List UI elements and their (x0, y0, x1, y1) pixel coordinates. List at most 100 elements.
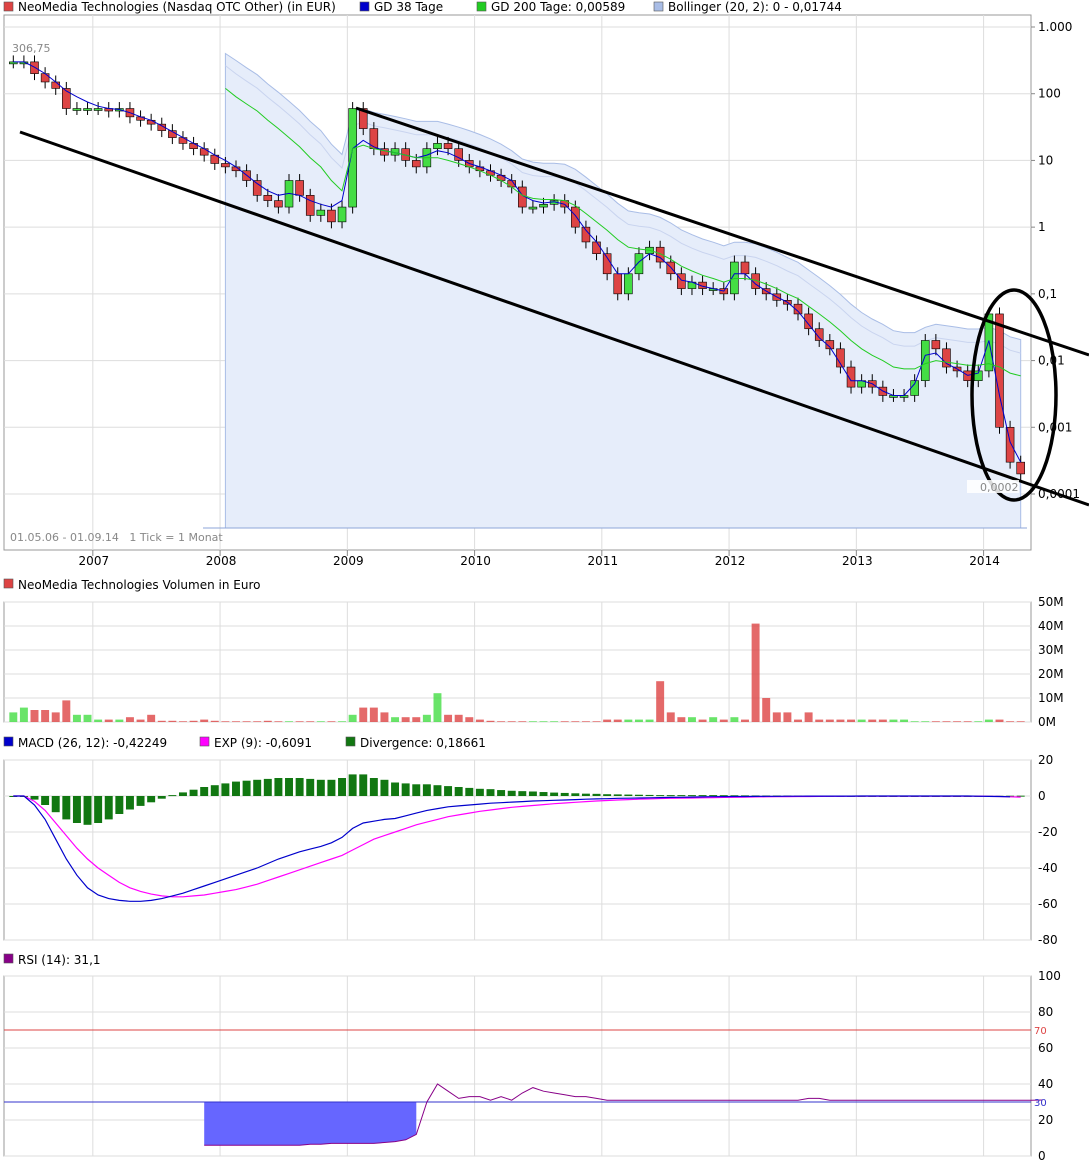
divergence-bar (62, 796, 71, 820)
divergence-bar (613, 794, 622, 796)
volume-bar (422, 714, 431, 722)
volume-bar (433, 693, 442, 722)
macd-y-tick-label: -60 (1038, 897, 1058, 911)
divergence-bar (634, 794, 643, 796)
volume-bar (868, 719, 877, 722)
price-x-tick-label: 2009 (333, 554, 364, 568)
macd-plot-area (3, 759, 1032, 941)
volume-y-axis: 50M 40M 30M 20M 10M 0M (1038, 595, 1064, 729)
volume-bar (804, 712, 813, 722)
chart-root: NeoMedia Technologies (Nasdaq OTC Other)… (0, 0, 1089, 1170)
candle-body (1016, 461, 1025, 475)
divergence-bar (709, 795, 718, 797)
volume-bar (592, 721, 601, 722)
divergence-bar (104, 796, 113, 820)
volume-bar (794, 719, 802, 722)
candle-body (316, 209, 326, 216)
rsi-y-tick-label: 100 (1038, 969, 1061, 983)
legend-label-divergence: Divergence: 0,18661 (360, 736, 486, 750)
price-y-tick-label: 100 (1038, 87, 1061, 101)
volume-bar (645, 719, 654, 722)
divergence-bar (666, 795, 675, 797)
legend-label-rsi: RSI (14): 31,1 (18, 953, 101, 967)
candle-body (539, 203, 548, 208)
legend-label-price: NeoMedia Technologies (Nasdaq OTC Other)… (18, 0, 336, 14)
divergence-bar (380, 779, 389, 796)
price-x-tick-label: 2008 (206, 554, 237, 568)
volume-bar (19, 707, 28, 722)
price-x-axis: 2007 2008 2009 2010 2011 2012 2013 2014 (79, 550, 1000, 568)
candle-body (528, 206, 538, 210)
divergence-bar (210, 785, 219, 796)
candle-body (221, 163, 230, 168)
volume-bar (412, 717, 421, 722)
volume-bar (9, 712, 18, 722)
volume-bar (380, 712, 389, 722)
volume-bar (974, 721, 983, 722)
volume-bar (889, 719, 898, 722)
period-label: 01.05.06 - 01.09.14 1 Tick = 1 Monat (10, 531, 223, 544)
legend-swatch-gd200 (476, 1, 487, 12)
candle-body (295, 180, 304, 196)
volume-bar (507, 721, 516, 722)
candle-body (305, 195, 315, 216)
volume-y-tick-label: 10M (1038, 691, 1064, 705)
macd-y-tick-label: -80 (1038, 933, 1058, 947)
rsi-y-axis: 100 80 60 40 20 0 (1038, 969, 1061, 1163)
volume-bar (730, 717, 739, 722)
volume-bar (104, 719, 113, 722)
candle-body (337, 206, 347, 223)
divergence-bar (391, 782, 400, 796)
price-panel: NeoMedia Technologies (Nasdaq OTC Other)… (3, 0, 1089, 568)
rsi-upper-label: 70 (1034, 1026, 1047, 1037)
divergence-bar (147, 796, 156, 803)
price-y-axis: 1.000 100 10 1 0,1 0,01 0,001 0,0001 (1031, 20, 1080, 501)
volume-y-tick-label: 40M (1038, 619, 1064, 633)
macd-panel: MACD (26, 12): -0,42249 EXP (9): -0,6091… (3, 736, 1058, 947)
volume-bar (401, 717, 410, 722)
macd-y-tick-label: -40 (1038, 861, 1058, 875)
candle-body (327, 209, 336, 223)
volume-bar (115, 719, 124, 722)
candle-body (433, 143, 442, 149)
candle-body (602, 253, 612, 275)
divergence-bar (624, 794, 633, 796)
rsi-y-tick-label: 80 (1038, 1005, 1053, 1019)
volume-bar (178, 721, 187, 722)
volume-bar (306, 721, 315, 722)
volume-bar (486, 720, 495, 722)
divergence-bar (242, 780, 251, 796)
volume-bar (624, 719, 633, 722)
volume-bar (242, 721, 251, 722)
candle-body (263, 195, 273, 201)
divergence-bar (316, 779, 325, 796)
volume-bar (1006, 721, 1015, 722)
candle-body (72, 108, 82, 111)
divergence-bar (221, 783, 230, 796)
volume-bar (147, 714, 156, 722)
divergence-bar (422, 784, 431, 796)
divergence-bar (539, 792, 548, 796)
legend-label-volume: NeoMedia Technologies Volumen in Euro (18, 578, 260, 592)
rsi-lower-label: 30 (1034, 1098, 1047, 1109)
candle-body (931, 340, 941, 350)
volume-bar (497, 721, 506, 722)
divergence-bar (359, 774, 368, 796)
volume-bar (263, 720, 272, 722)
price-y-tick-label: 1.000 (1038, 20, 1072, 34)
legend-label-bollinger: Bollinger (20, 2): 0 - 0,01744 (668, 0, 842, 14)
legend-label-macd: MACD (26, 12): -0,42249 (18, 736, 167, 750)
divergence-bar (136, 796, 145, 806)
divergence-bar (677, 795, 686, 797)
volume-bar (518, 721, 527, 722)
candle-body (571, 206, 580, 228)
divergence-bar (497, 790, 506, 796)
volume-y-tick-label: 20M (1038, 667, 1064, 681)
volume-y-tick-label: 50M (1038, 595, 1064, 609)
volume-bar (921, 721, 930, 722)
volume-bar (136, 719, 145, 722)
volume-bar (369, 707, 378, 722)
volume-bar (984, 719, 993, 722)
volume-bar (528, 721, 537, 722)
volume-bar (857, 719, 866, 722)
